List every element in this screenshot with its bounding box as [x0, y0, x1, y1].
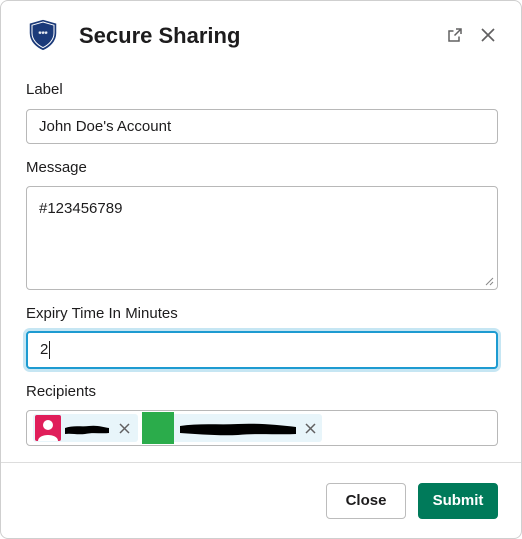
- recipients-field-label: Recipients: [26, 383, 97, 400]
- expiry-minutes-input[interactable]: 2: [26, 331, 498, 369]
- open-in-new-window-button[interactable]: [444, 24, 466, 46]
- remove-recipient-button[interactable]: [116, 420, 132, 436]
- close-button[interactable]: Close: [326, 483, 406, 519]
- modal-header: *** Secure Sharing: [1, 1, 521, 71]
- recipient-chip[interactable]: [142, 412, 322, 444]
- resize-grip-icon[interactable]: [485, 277, 494, 286]
- close-modal-button[interactable]: [477, 24, 499, 46]
- person-avatar: [35, 415, 61, 441]
- message-textarea[interactable]: #123456789: [26, 186, 498, 290]
- expiry-value: 2: [40, 341, 49, 358]
- expiry-field-label: Expiry Time In Minutes: [26, 305, 178, 322]
- close-icon: [118, 422, 130, 434]
- label-input[interactable]: John Doe's Account: [26, 109, 498, 144]
- open-in-new-window-icon: [448, 28, 462, 42]
- green-avatar: [142, 412, 174, 444]
- label-field-label: Label: [26, 81, 63, 98]
- message-value: #123456789: [39, 200, 123, 217]
- message-field-label: Message: [26, 159, 87, 176]
- secure-sharing-modal: *** Secure Sharing Label John Doe's Acco…: [0, 0, 522, 539]
- close-icon: [481, 28, 495, 42]
- redacted-name: [65, 425, 109, 435]
- shield-icon-text: ***: [38, 30, 48, 39]
- close-icon: [304, 422, 316, 434]
- shield-icon: ***: [28, 18, 58, 52]
- recipients-input[interactable]: [26, 410, 498, 446]
- redacted-name: [180, 423, 296, 436]
- modal-title: Secure Sharing: [79, 23, 241, 48]
- submit-button[interactable]: Submit: [418, 483, 498, 519]
- footer-divider: [1, 462, 521, 463]
- recipient-chip[interactable]: [33, 414, 138, 442]
- text-caret: [49, 341, 51, 360]
- remove-recipient-button[interactable]: [302, 420, 318, 436]
